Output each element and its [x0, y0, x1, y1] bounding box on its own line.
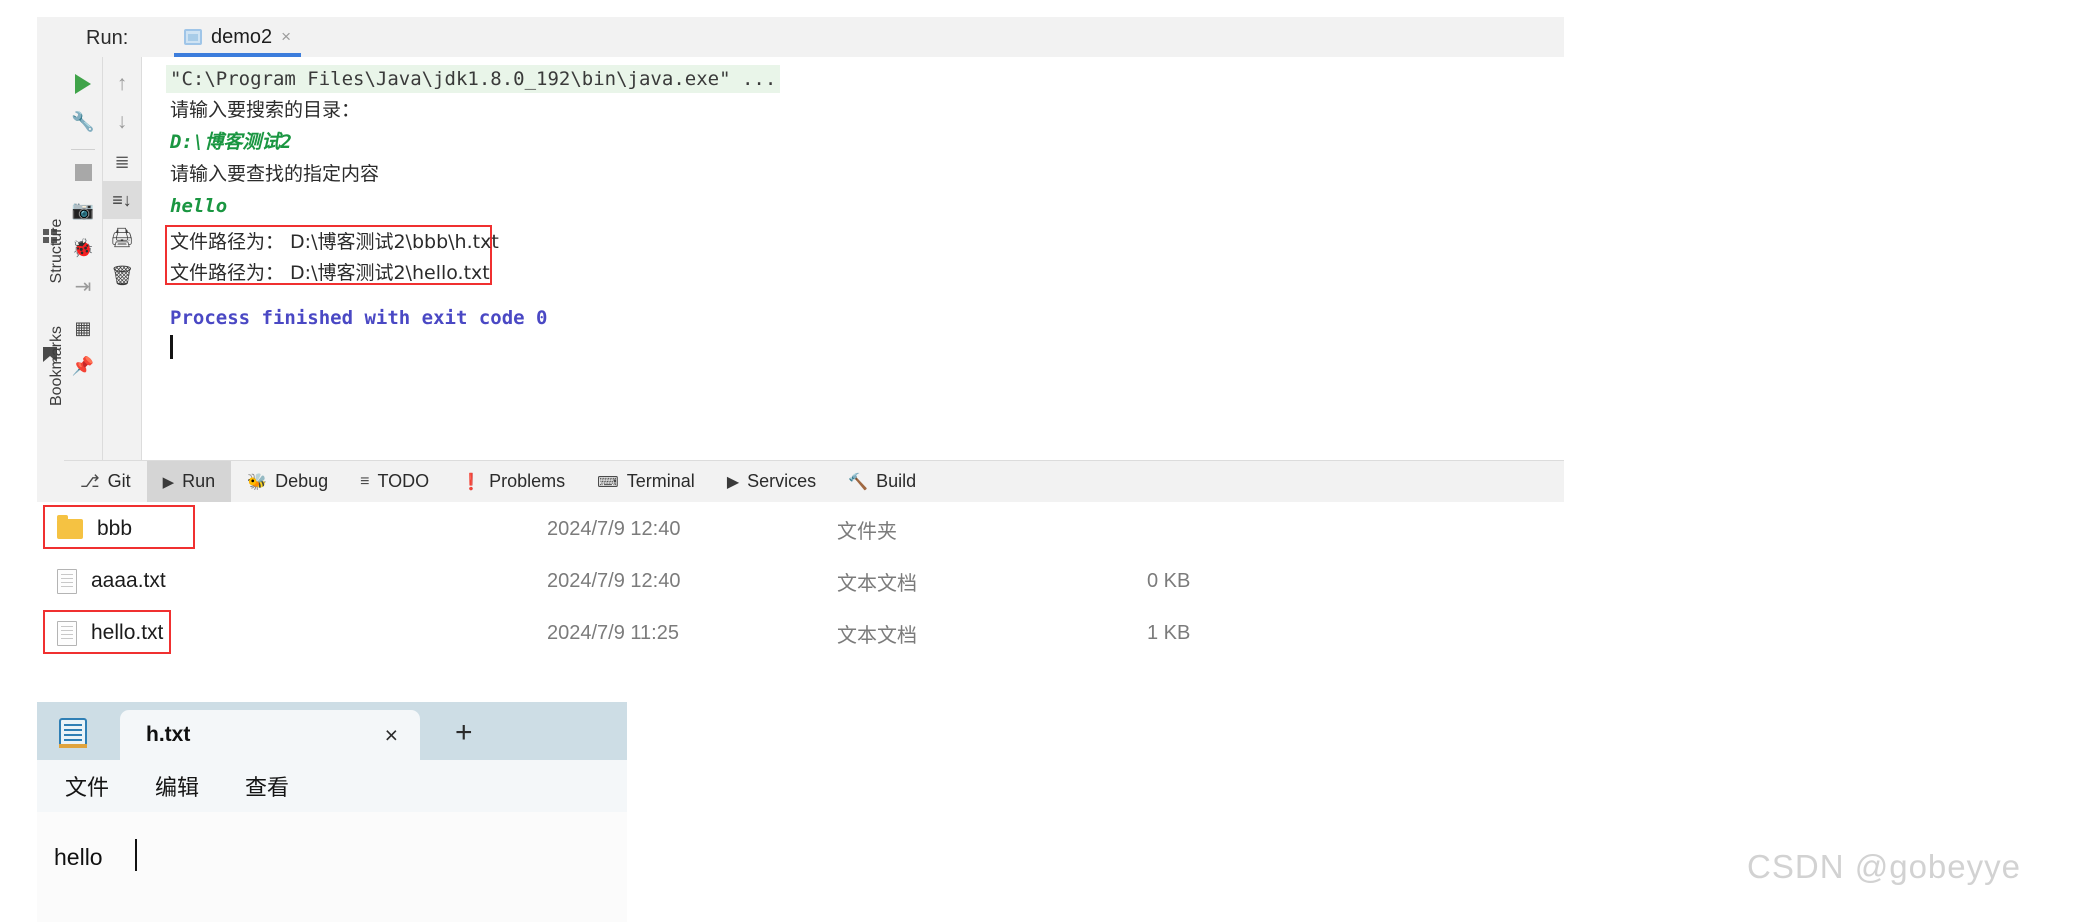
terminal-icon: ⌨ [597, 473, 619, 491]
run-actions-toolbar-left: 🔧 📷 🐞 ⇥ ▦ 📌 [64, 57, 103, 461]
document-icon [57, 568, 77, 594]
stop-icon[interactable] [64, 153, 102, 191]
console-line-input-directory: D:\博客测试2 [170, 131, 292, 153]
notepad-tab-label: h.txt [146, 723, 191, 746]
tab-todo-label: TODO [377, 471, 430, 491]
file-type-cell: 文本文档 [837, 624, 917, 647]
run-config-icon [184, 29, 202, 45]
notepad-icon [59, 718, 87, 748]
new-tab-icon[interactable]: + [455, 718, 473, 748]
tab-todo[interactable]: ≡ TODO [344, 461, 445, 502]
run-actions-toolbar-right: ↑ ↓ ≣ ≡↓ 🖨 🗑 [103, 57, 142, 461]
ide-left-tool-strip: Structure Bookmarks [37, 17, 65, 502]
notepad-menubar: 文件 编辑 查看 [37, 760, 627, 812]
tab-services-label: Services [747, 471, 817, 491]
tab-debug-label: Debug [275, 471, 329, 491]
run-tab-label: demo2 [211, 25, 273, 48]
close-icon[interactable]: × [281, 27, 291, 47]
rerun-icon[interactable] [64, 65, 102, 103]
notepad-content: hello [54, 844, 103, 870]
down-arrow-icon[interactable]: ↓ [103, 103, 141, 141]
scroll-to-end-icon[interactable]: ≡↓ [103, 181, 141, 219]
ide-run-tool-window: Structure Bookmarks Run: demo2 × 🔧 📷 🐞 ⇥… [37, 17, 1564, 502]
close-icon[interactable]: × [385, 722, 398, 749]
debug-rerun-icon[interactable]: 🐞 [64, 229, 102, 267]
ide-bottom-tool-tabs: ⎇ Git ▶ Run 🐝 Debug ≡ TODO ❗ Problems ⌨ … [64, 460, 1564, 502]
console-line-input-content: hello [170, 195, 228, 217]
menu-file[interactable]: 文件 [47, 770, 127, 802]
tab-git[interactable]: ⎇ Git [64, 461, 147, 502]
console-output[interactable]: "C:\Program Files\Java\jdk1.8.0_192\bin\… [142, 57, 1564, 461]
notepad-tab[interactable]: h.txt × [120, 710, 420, 760]
tab-run-label: Run [182, 471, 216, 491]
up-arrow-icon[interactable]: ↑ [103, 65, 141, 103]
warning-icon: ❗ [461, 473, 482, 491]
file-size-cell: 1 KB [1147, 621, 1191, 644]
run-label: Run: [86, 27, 129, 49]
run-triangle-icon: ▶ [162, 473, 175, 491]
file-name-cell[interactable]: bbb [57, 515, 133, 541]
file-type-cell: 文件夹 [837, 520, 897, 543]
menu-edit[interactable]: 编辑 [137, 770, 217, 802]
soft-wrap-icon[interactable]: ≣ [103, 143, 141, 181]
trash-icon[interactable]: 🗑 [103, 257, 141, 295]
tab-build-label: Build [876, 471, 917, 491]
tab-services[interactable]: ▶ Services [711, 461, 832, 502]
wrench-icon[interactable]: 🔧 [64, 103, 102, 141]
camera-icon[interactable]: 📷 [64, 191, 102, 229]
console-line-prompt-directory: 请输入要搜索的目录： [170, 99, 361, 121]
folder-icon [57, 515, 83, 539]
tab-git-label: Git [107, 471, 131, 491]
menu-view[interactable]: 查看 [227, 770, 307, 802]
run-tool-header: Run: demo2 × [64, 17, 1564, 57]
console-line-process-finished: Process finished with exit code 0 [170, 307, 548, 329]
tab-debug[interactable]: 🐝 Debug [231, 461, 344, 502]
console-caret [170, 335, 173, 359]
tab-problems-label: Problems [489, 471, 566, 491]
console-line-result-1: 文件路径为： D:\博客测试2\bbb\h.txt [170, 231, 499, 253]
file-size-cell: 0 KB [1147, 569, 1191, 592]
tab-terminal[interactable]: ⌨ Terminal [581, 461, 711, 502]
tab-run[interactable]: ▶ Run [146, 461, 232, 502]
file-name-cell[interactable]: aaaa.txt [57, 568, 166, 594]
file-name-label: hello.txt [91, 621, 164, 644]
file-date-cell: 2024/7/9 12:40 [547, 517, 681, 540]
file-explorer-list: bbb 2024/7/9 12:40 文件夹 aaaa.txt 2024/7/9… [37, 503, 1564, 683]
file-type-cell: 文本文档 [837, 572, 917, 595]
table-row[interactable]: aaaa.txt 2024/7/9 12:40 文本文档 0 KB [37, 555, 1564, 607]
table-row[interactable]: bbb 2024/7/9 12:40 文件夹 [37, 503, 1564, 555]
console-line-result-2: 文件路径为： D:\博客测试2\hello.txt [170, 262, 490, 284]
table-row[interactable]: hello.txt 2024/7/9 11:25 文本文档 1 KB [37, 607, 1564, 659]
tab-build[interactable]: 🔨 Build [832, 461, 932, 502]
import-icon[interactable]: ⇥ [64, 267, 102, 305]
print-icon[interactable]: 🖨 [103, 219, 141, 257]
notepad-text-area[interactable]: hello [37, 812, 627, 922]
run-configuration-tab[interactable]: demo2 × [174, 21, 302, 57]
file-date-cell: 2024/7/9 12:40 [547, 569, 681, 592]
bug-icon: 🐝 [247, 473, 268, 491]
console-line-prompt-content: 请输入要查找的指定内容 [170, 163, 380, 185]
git-branch-icon: ⎇ [80, 471, 100, 491]
list-icon: ≡ [360, 472, 370, 490]
document-icon [57, 620, 77, 646]
play-circle-icon: ▶ [726, 473, 740, 491]
notepad-window: h.txt × + 文件 编辑 查看 hello [37, 702, 627, 922]
hammer-icon: 🔨 [848, 473, 869, 491]
tab-terminal-label: Terminal [626, 471, 695, 491]
file-name-label: bbb [97, 517, 133, 540]
file-date-cell: 2024/7/9 11:25 [547, 621, 679, 644]
text-caret [135, 839, 137, 871]
file-name-cell[interactable]: hello.txt [57, 620, 164, 646]
tab-problems[interactable]: ❗ Problems [445, 461, 581, 502]
layout-icon[interactable]: ▦ [64, 309, 102, 347]
file-name-label: aaaa.txt [91, 569, 166, 592]
pin-icon[interactable]: 📌 [64, 347, 102, 385]
notepad-titlebar: h.txt × + [37, 702, 627, 760]
watermark: CSDN @gobeyye [1747, 848, 2021, 885]
console-line-command: "C:\Program Files\Java\jdk1.8.0_192\bin\… [166, 65, 781, 93]
